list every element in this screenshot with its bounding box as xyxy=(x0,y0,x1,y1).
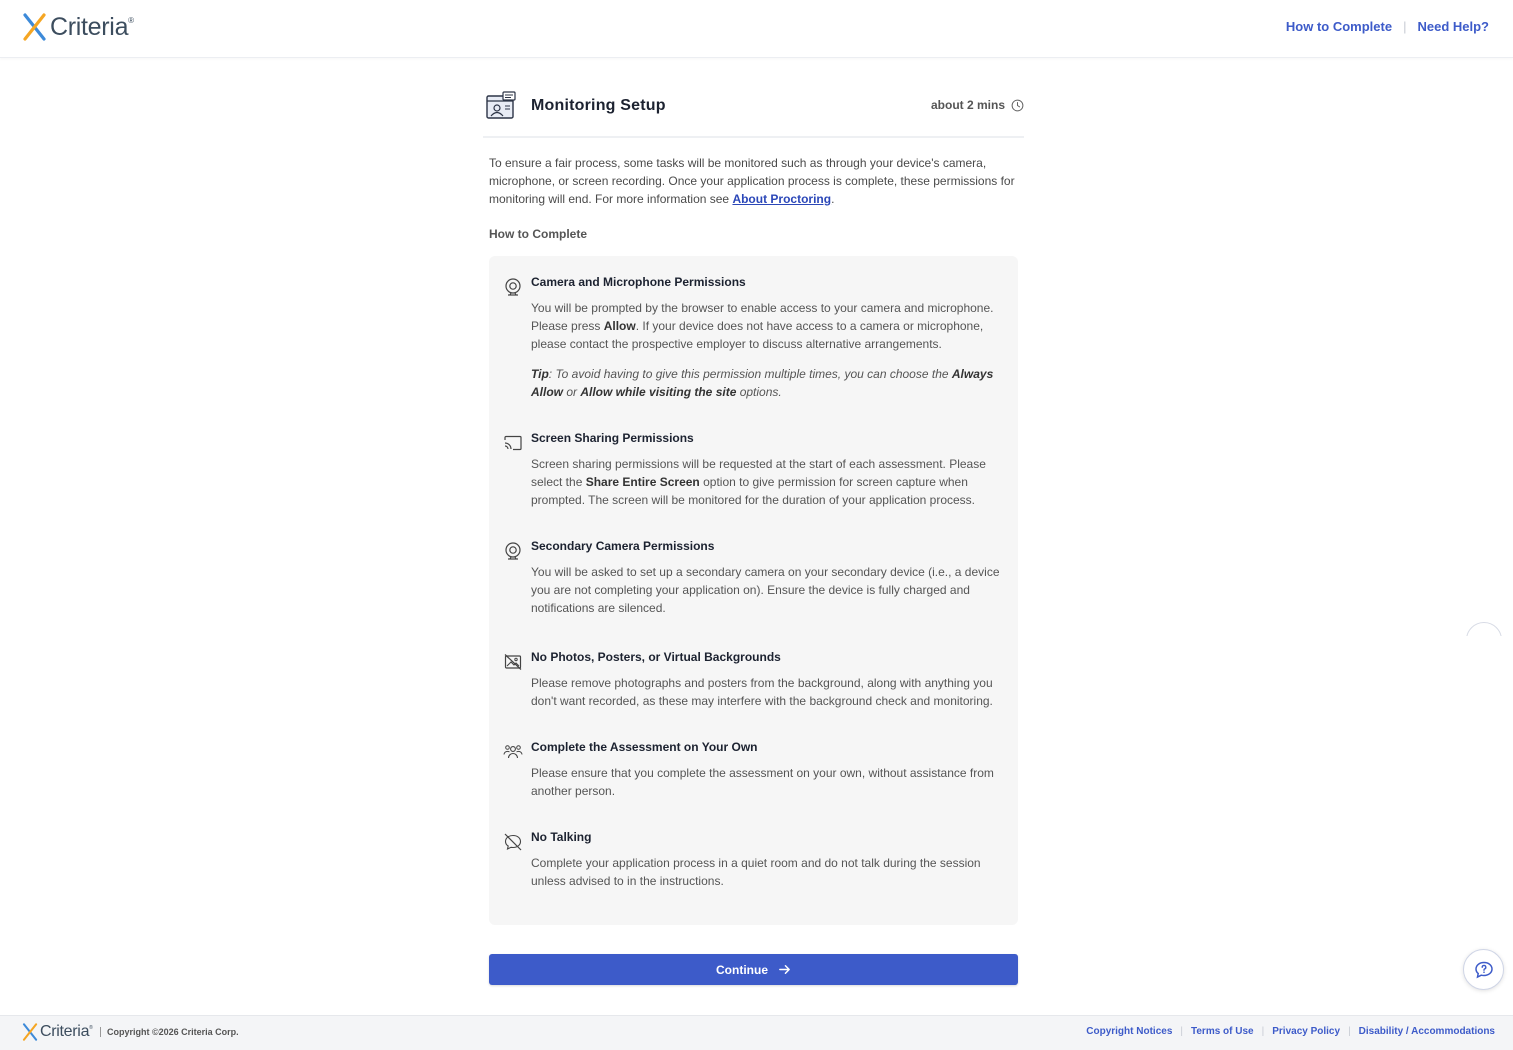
instruction-item-screen-sharing: Screen Sharing Permissions Screen sharin… xyxy=(489,431,1018,511)
instruction-title: Complete the Assessment on Your Own xyxy=(531,740,758,754)
footer-link-divider: | xyxy=(1180,1026,1183,1037)
instruction-item-no-photos: No Photos, Posters, or Virtual Backgroun… xyxy=(489,650,1018,710)
webcam-icon xyxy=(505,542,521,560)
duration-label: about 2 mins xyxy=(931,98,1024,112)
footer-criteria-wordmark: Criteria® xyxy=(40,1023,93,1040)
help-chat-button[interactable] xyxy=(1463,949,1504,990)
arrow-right-icon xyxy=(779,965,790,974)
instruction-description: You will be asked to set up a secondary … xyxy=(531,565,1000,615)
criteria-logo[interactable]: Criteria® xyxy=(22,12,134,42)
instructions-card: Camera and Microphone Permissions You wi… xyxy=(489,256,1018,925)
footer-link-divider: | xyxy=(1261,1026,1265,1037)
page-footer: Criteria® Copyright ©2026 Criteria Corp.… xyxy=(0,1015,1513,1050)
chat-question-icon xyxy=(1474,961,1493,978)
instruction-description: You will be prompted by the browser to e… xyxy=(531,301,994,351)
intro-paragraph: To ensure a fair process, some tasks wil… xyxy=(489,154,1024,208)
continue-button[interactable]: Continue xyxy=(489,954,1018,985)
instruction-item-complete-own: Complete the Assessment on Your Own Plea… xyxy=(489,740,1018,800)
terms-of-use-link[interactable]: Terms of Use xyxy=(1191,1026,1254,1037)
partial-widget-edge xyxy=(1466,622,1502,636)
footer-link-divider: | xyxy=(1348,1026,1351,1037)
no-talking-icon xyxy=(504,833,522,851)
monitoring-setup-icon xyxy=(486,91,516,119)
criteria-x-logo-icon xyxy=(22,1023,38,1041)
duration-text: about 2 mins xyxy=(930,98,1005,112)
continue-label: Continue xyxy=(716,962,768,977)
footer-links: Copyright Notices | Terms of Use | Priva… xyxy=(1086,1026,1495,1037)
instruction-item-no-talking: No Talking Complete your application pro… xyxy=(489,830,1018,890)
people-icon xyxy=(503,745,523,759)
instruction-title: No Photos, Posters, or Virtual Backgroun… xyxy=(531,650,781,664)
no-image-icon xyxy=(504,654,522,670)
footer-criteria-logo: Criteria® xyxy=(22,1022,93,1042)
top-header: Criteria® How to Complete | Need Help? xyxy=(0,0,1513,58)
instruction-description: Complete your application process in a q… xyxy=(531,856,981,888)
privacy-policy-link[interactable]: Privacy Policy xyxy=(1272,1026,1340,1037)
instruction-item-camera-microphone: Camera and Microphone Permissions You wi… xyxy=(489,275,1018,415)
section-title-row: Monitoring Setup about 2 mins xyxy=(483,88,1024,138)
instruction-item-secondary-camera: Secondary Camera Permissions You will be… xyxy=(489,539,1018,619)
clock-icon xyxy=(1011,99,1024,111)
instruction-title: No Talking xyxy=(531,830,592,844)
criteria-wordmark: Criteria® xyxy=(50,12,134,41)
instruction-title: Secondary Camera Permissions xyxy=(531,539,715,553)
webcam-icon xyxy=(505,278,521,296)
how-to-complete-link[interactable]: How to Complete xyxy=(1286,19,1392,34)
main-content: Monitoring Setup about 2 mins To ensure … xyxy=(483,88,1024,241)
intro-end: . xyxy=(831,192,835,206)
screen-cast-icon xyxy=(504,435,522,451)
how-to-complete-heading: How to Complete xyxy=(489,227,587,241)
about-proctoring-link[interactable]: About Proctoring xyxy=(732,192,831,206)
footer-copyright: Copyright ©2026 Criteria Corp. xyxy=(100,1027,239,1037)
instruction-description: Please ensure that you complete the asse… xyxy=(531,766,994,798)
need-help-link[interactable]: Need Help? xyxy=(1417,19,1489,34)
instruction-title: Screen Sharing Permissions xyxy=(531,431,694,445)
header-link-divider: | xyxy=(1403,19,1407,34)
header-links: How to Complete | Need Help? xyxy=(1286,19,1489,34)
copyright-notices-link[interactable]: Copyright Notices xyxy=(1086,1026,1172,1037)
criteria-x-logo-icon xyxy=(23,13,46,41)
instruction-title: Camera and Microphone Permissions xyxy=(531,275,746,289)
instruction-description: Please remove photographs and posters fr… xyxy=(531,676,993,708)
instruction-tip: Tip: To avoid having to give this permis… xyxy=(531,367,994,399)
disability-accommodations-link[interactable]: Disability / Accommodations xyxy=(1359,1026,1495,1037)
instruction-description: Screen sharing permissions will be reque… xyxy=(531,457,986,507)
page-title: Monitoring Setup xyxy=(531,97,666,114)
